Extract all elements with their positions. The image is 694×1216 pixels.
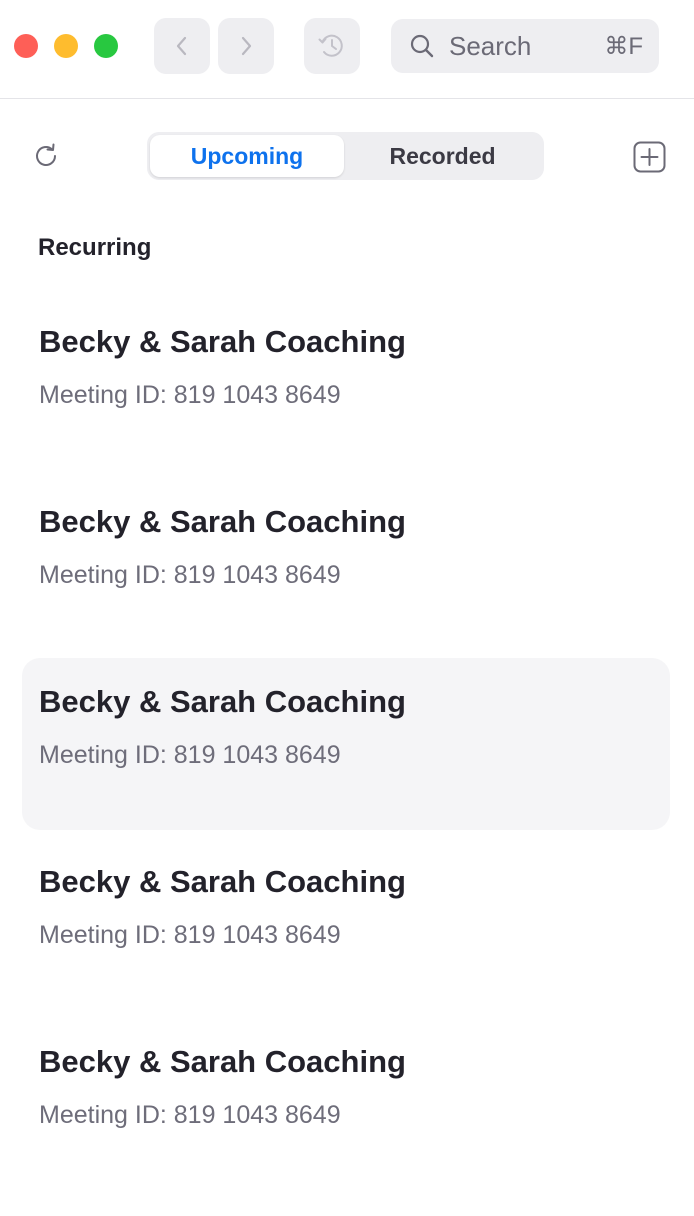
meeting-item[interactable]: Becky & Sarah Coaching Meeting ID: 819 1… (22, 478, 670, 650)
title-bar: Search ⌘F (0, 0, 694, 99)
meeting-item[interactable]: Becky & Sarah Coaching Meeting ID: 819 1… (22, 1018, 670, 1190)
meeting-item[interactable]: Becky & Sarah Coaching Meeting ID: 819 1… (22, 298, 670, 470)
meeting-id: Meeting ID: 819 1043 8649 (39, 921, 341, 949)
back-button[interactable] (154, 18, 210, 74)
meeting-item-selected[interactable]: Becky & Sarah Coaching Meeting ID: 819 1… (22, 658, 670, 830)
meeting-list: Becky & Sarah Coaching Meeting ID: 819 1… (22, 298, 670, 1198)
search-icon (410, 34, 434, 58)
search-placeholder: Search (449, 30, 532, 61)
chevron-left-icon (176, 36, 187, 56)
history-icon (318, 34, 343, 57)
zoom-icon[interactable] (94, 34, 118, 58)
meeting-id: Meeting ID: 819 1043 8649 (39, 381, 341, 409)
tab-upcoming[interactable]: Upcoming (150, 135, 344, 177)
meeting-title: Becky & Sarah Coaching (39, 684, 406, 719)
meeting-id: Meeting ID: 819 1043 8649 (39, 1101, 341, 1129)
forward-button[interactable] (218, 18, 274, 74)
close-icon[interactable] (14, 34, 38, 58)
meeting-id: Meeting ID: 819 1043 8649 (39, 741, 341, 769)
meetings-tab-control: Upcoming Recorded (147, 132, 544, 180)
section-title-recurring: Recurring (38, 234, 152, 261)
refresh-button[interactable] (30, 140, 62, 177)
meeting-title: Becky & Sarah Coaching (39, 864, 406, 899)
refresh-icon (36, 143, 56, 166)
meeting-item[interactable]: Becky & Sarah Coaching Meeting ID: 819 1… (22, 838, 670, 1010)
search-shortcut-hint: ⌘F (604, 32, 643, 60)
meeting-title: Becky & Sarah Coaching (39, 1044, 406, 1079)
meeting-title: Becky & Sarah Coaching (39, 504, 406, 539)
minimize-icon[interactable] (54, 34, 78, 58)
chevron-right-icon (241, 36, 252, 56)
history-button[interactable] (304, 18, 360, 74)
tab-recorded[interactable]: Recorded (344, 135, 541, 177)
meeting-id: Meeting ID: 819 1043 8649 (39, 561, 341, 589)
add-meeting-button[interactable] (632, 140, 668, 179)
add-square-icon (633, 141, 666, 173)
search-field[interactable]: Search ⌘F (391, 19, 659, 73)
meeting-title: Becky & Sarah Coaching (39, 324, 406, 359)
